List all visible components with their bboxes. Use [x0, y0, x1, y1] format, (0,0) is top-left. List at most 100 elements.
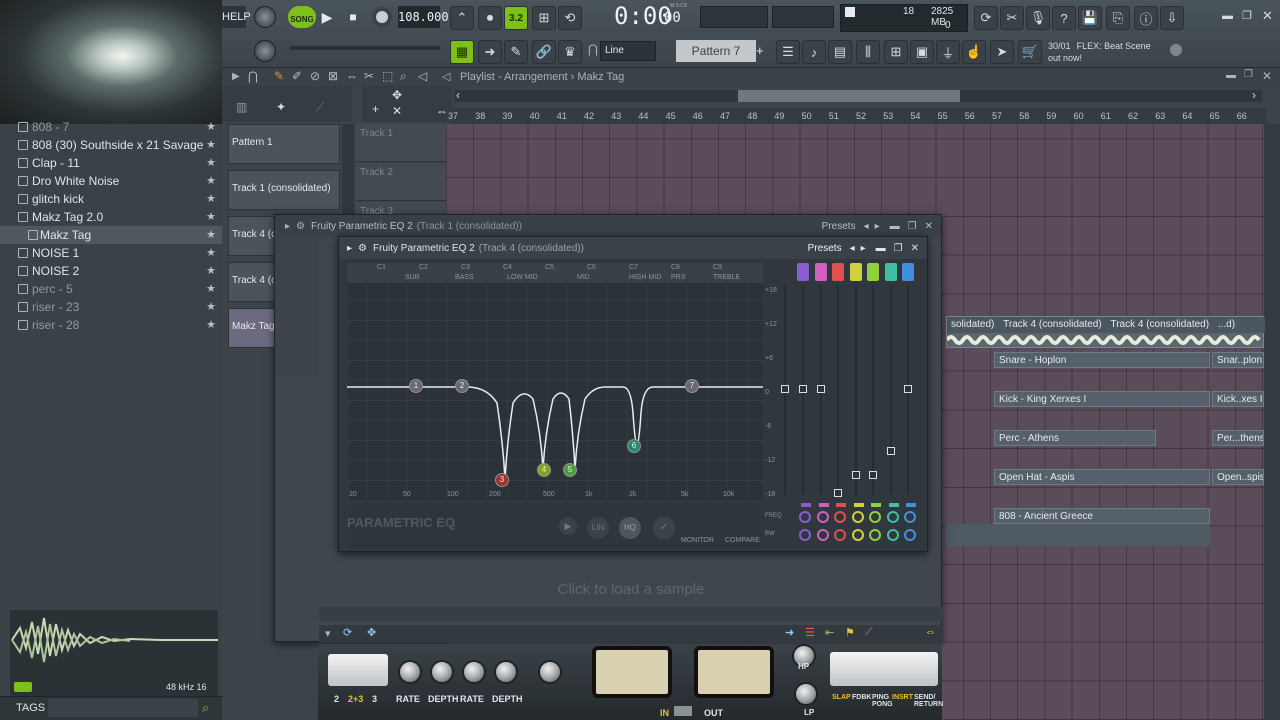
playlist-menu-arrow-icon[interactable]: ▶: [232, 71, 240, 82]
news-close-icon[interactable]: [1170, 44, 1182, 56]
eq-band-node[interactable]: 1: [409, 379, 423, 393]
favorite-star-icon[interactable]: ★: [206, 156, 216, 169]
eq-bw-knob[interactable]: [851, 529, 864, 541]
favorite-star-icon[interactable]: ★: [206, 264, 216, 277]
help-icon[interactable]: ?: [1052, 6, 1076, 30]
link-icon[interactable]: 🔗: [532, 40, 556, 64]
mic-icon[interactable]: 🎙: [1026, 6, 1050, 30]
record-icon[interactable]: [372, 7, 392, 27]
eq-freq-knob[interactable]: [851, 511, 864, 523]
draw-tool-icon[interactable]: ✎: [274, 69, 284, 83]
back-eq-minimize-icon[interactable]: ▬: [890, 221, 900, 232]
favorite-star-icon[interactable]: ★: [206, 228, 216, 241]
eq-bw-knob[interactable]: [886, 529, 899, 541]
remove-track-icon[interactable]: ✕: [392, 104, 402, 118]
play-icon[interactable]: ▶: [318, 8, 336, 26]
eq-slider-handle[interactable]: [816, 385, 825, 393]
export-icon[interactable]: ⇩: [1160, 6, 1184, 30]
pattern-selector[interactable]: Pattern 7: [676, 40, 756, 62]
master-volume-knob[interactable]: [254, 6, 276, 28]
back-eq-arrow-icon[interactable]: ▸: [285, 221, 290, 232]
eq-band-button[interactable]: [884, 263, 897, 281]
in-out-toggle[interactable]: [674, 706, 692, 716]
eq-minimize-icon[interactable]: ▬: [876, 243, 886, 254]
mixer-icon[interactable]: ⫼: [856, 40, 880, 64]
automation-icon[interactable]: ⟋: [316, 100, 324, 115]
eq-band-button[interactable]: [814, 263, 827, 281]
info-icon[interactable]: ⓘ: [1134, 6, 1158, 30]
render-icon[interactable]: ⎘: [1106, 6, 1130, 30]
favorite-star-icon[interactable]: ★: [206, 192, 216, 205]
horizontal-scrollbar[interactable]: [454, 90, 1262, 102]
eq-presets[interactable]: Presets: [808, 243, 842, 254]
delay-knob[interactable]: [494, 660, 518, 684]
eq-bw-knob[interactable]: [904, 529, 916, 541]
save-icon[interactable]: 💾: [1078, 6, 1102, 30]
eq-freq-knob[interactable]: [904, 511, 916, 523]
browser-item[interactable]: 808 (30) Southside x 21 Savage ★: [0, 136, 222, 154]
eq-slider-handle[interactable]: [886, 447, 895, 455]
blend-notes-icon[interactable]: ⊞: [532, 6, 556, 30]
eq-monitor-control[interactable]: [679, 513, 719, 527]
eq-band-node[interactable]: 3: [495, 473, 509, 487]
clip-808[interactable]: 808 - Ancient Greece: [994, 508, 1210, 524]
clip-kick-short[interactable]: Kick..xes I: [1212, 391, 1264, 407]
minimize-icon[interactable]: ▬: [1222, 10, 1233, 22]
lp-knob[interactable]: [794, 682, 818, 706]
move-icon[interactable]: ✥: [392, 88, 402, 102]
loop-record-icon[interactable]: ⟲: [558, 6, 582, 30]
eq-prev-icon[interactable]: ◂: [850, 243, 855, 254]
playlist-minimize-icon[interactable]: ▬: [1226, 70, 1236, 81]
favorite-star-icon[interactable]: ★: [206, 246, 216, 259]
touch-controller-icon[interactable]: ☝: [962, 40, 986, 64]
back-eq-close-icon[interactable]: ✕: [925, 221, 933, 232]
browser-item[interactable]: Clap - 11 ★: [0, 154, 222, 172]
eq-band-button[interactable]: [867, 263, 879, 281]
clip-perc-short[interactable]: Per...thens: [1212, 430, 1264, 446]
snap-select[interactable]: Line: [600, 41, 656, 61]
favorite-star-icon[interactable]: ★: [206, 120, 216, 133]
browser-item[interactable]: riser - 28 ★: [0, 316, 222, 334]
delay-mix-knob[interactable]: [538, 660, 562, 684]
piano-roll-icon[interactable]: ♪: [802, 40, 826, 64]
add-pattern-icon[interactable]: +: [756, 40, 770, 62]
brush-icon[interactable]: ✎: [504, 40, 528, 64]
zoom-tool-icon[interactable]: ⌕: [400, 69, 407, 84]
back-eq-presets[interactable]: Presets: [822, 221, 856, 232]
eq-bw-knob[interactable]: [834, 529, 846, 541]
slip-tool-icon[interactable]: ⇔: [346, 69, 358, 83]
favorite-star-icon[interactable]: ★: [206, 138, 216, 151]
eq-bw-knob[interactable]: [816, 529, 829, 541]
back-eq-prev-icon[interactable]: ◂: [864, 221, 869, 232]
sampler-chop-icon[interactable]: ☰: [805, 626, 815, 639]
sampler-trim-icon[interactable]: ⇤: [825, 626, 834, 639]
playlist-snap-icon[interactable]: ▦: [450, 40, 474, 64]
magnet-icon[interactable]: ⋂: [248, 69, 258, 83]
eq-slider-handle[interactable]: [904, 385, 912, 393]
back-eq-gear-icon[interactable]: ⚙: [296, 221, 305, 232]
scroll-left-icon[interactable]: ‹: [456, 88, 460, 102]
sampler-swap-icon[interactable]: ⇔: [925, 626, 936, 638]
delay-knob[interactable]: [462, 660, 486, 684]
eq-freq-knob[interactable]: [886, 511, 899, 523]
eq-band-button[interactable]: [832, 263, 844, 281]
paint-tool-icon[interactable]: ✐: [292, 69, 302, 83]
slice-tool-icon[interactable]: ✂: [364, 69, 374, 83]
browser-item[interactable]: Makz Tag 2.0 ★: [0, 208, 222, 226]
sampler-next-icon[interactable]: ➜: [785, 626, 794, 639]
favorite-star-icon[interactable]: ★: [206, 174, 216, 187]
eq-play-icon[interactable]: ▶: [559, 517, 577, 535]
browser-item[interactable]: 808 - 7 ★: [0, 118, 222, 136]
clip-open-hat-short[interactable]: Open..spis: [1212, 469, 1264, 485]
search-icon[interactable]: ⌕: [202, 700, 209, 716]
wait-record-icon[interactable]: ⏺: [478, 6, 502, 30]
browser-item[interactable]: perc - 5 ★: [0, 280, 222, 298]
stamp-icon[interactable]: ♛: [558, 40, 582, 64]
back-eq-next-icon[interactable]: ▸: [875, 221, 880, 232]
step-edit-button[interactable]: 3.2: [504, 6, 528, 30]
tag-search-input[interactable]: [48, 699, 198, 717]
sampler-scrollbar[interactable]: [319, 607, 943, 621]
delete-tool-icon[interactable]: ⊘: [310, 69, 320, 83]
scrollbar-thumb[interactable]: [738, 90, 960, 102]
favorite-star-icon[interactable]: ★: [206, 210, 216, 223]
